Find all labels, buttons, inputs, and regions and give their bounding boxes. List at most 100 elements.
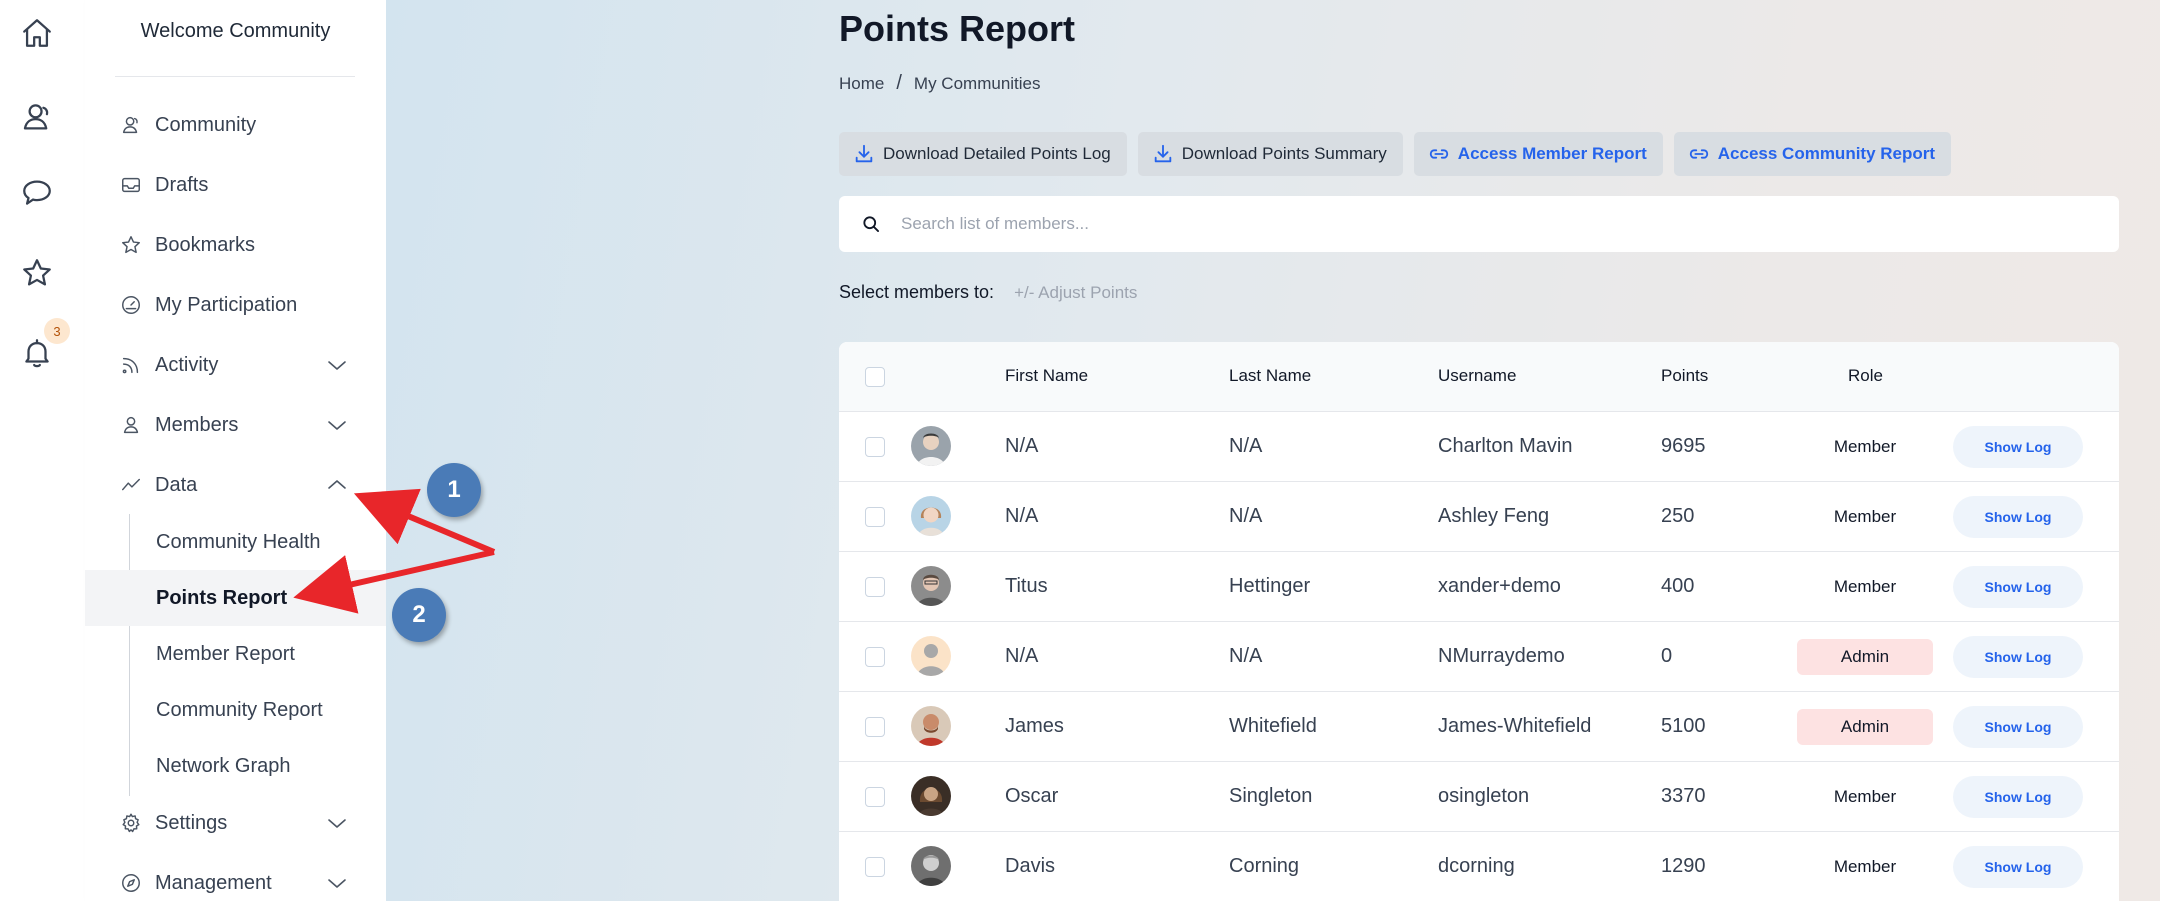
gauge-icon — [119, 293, 143, 317]
search-bar — [839, 196, 2119, 252]
row-checkbox[interactable] — [865, 577, 885, 597]
chevron-down-icon[interactable] — [325, 353, 349, 377]
submenu-item-community-health[interactable]: Community Health — [85, 514, 386, 570]
select-all-checkbox[interactable] — [865, 367, 885, 387]
last-name-cell: N/A — [1229, 505, 1263, 527]
compass-icon — [119, 871, 143, 895]
submenu-item-label: Member Report — [156, 642, 295, 665]
username-cell: dcorning — [1438, 855, 1515, 877]
role-badge: Admin — [1797, 709, 1933, 745]
user-icon — [119, 413, 143, 437]
show-log-button[interactable]: Show Log — [1953, 426, 2083, 468]
sidebar-item-drafts[interactable]: Drafts — [85, 160, 386, 210]
chevron-down-icon[interactable] — [325, 811, 349, 835]
points-cell: 9695 — [1661, 435, 1706, 457]
points-cell: 400 — [1661, 575, 1695, 597]
row-checkbox[interactable] — [865, 647, 885, 667]
username-cell: Charlton Mavin — [1438, 435, 1573, 457]
column-header-points[interactable]: Points — [1661, 366, 1708, 386]
table-row: N/A N/A NMurraydemo 0 Admin Show Log — [839, 622, 2119, 692]
table-row: Oscar Singleton osingleton 3370 Member S… — [839, 762, 2119, 832]
chevron-down-icon[interactable] — [325, 871, 349, 895]
avatar — [911, 636, 951, 676]
first-name-cell: Titus — [1005, 575, 1048, 597]
avatar — [911, 566, 951, 606]
show-log-button[interactable]: Show Log — [1953, 636, 2083, 678]
rss-icon — [119, 353, 143, 377]
row-checkbox[interactable] — [865, 717, 885, 737]
sidebar-item-label: Data — [155, 473, 198, 496]
sidebar-item-activity[interactable]: Activity — [85, 340, 386, 390]
home-icon[interactable] — [16, 12, 58, 54]
submenu-item-community-report[interactable]: Community Report — [85, 682, 386, 738]
sidebar-item-label: Members — [155, 413, 239, 436]
adjust-points-button[interactable]: +/- Adjust Points — [1014, 283, 1137, 303]
column-header-role[interactable]: Role — [1848, 366, 1883, 386]
chat-icon[interactable] — [16, 172, 58, 214]
column-header-last-name[interactable]: Last Name — [1229, 366, 1311, 386]
role-badge: Admin — [1797, 639, 1933, 675]
submenu-item-points-report[interactable]: Points Report — [85, 570, 386, 626]
trend-icon — [119, 473, 143, 497]
points-cell: 3370 — [1661, 785, 1706, 807]
access-community-report-button[interactable]: Access Community Report — [1673, 132, 1952, 176]
row-checkbox[interactable] — [865, 857, 885, 877]
access-member-report-button[interactable]: Access Member Report — [1413, 132, 1663, 176]
link-icon — [1689, 149, 1708, 159]
first-name-cell: N/A — [1005, 645, 1039, 667]
bulk-action-row: Select members to: +/- Adjust Points — [839, 282, 1137, 303]
button-label: Download Detailed Points Log — [883, 144, 1111, 163]
show-log-button[interactable]: Show Log — [1953, 566, 2083, 608]
gear-icon — [119, 811, 143, 835]
first-name-cell: James — [1005, 715, 1064, 737]
column-header-username[interactable]: Username — [1438, 366, 1516, 386]
search-input[interactable] — [901, 196, 2081, 252]
points-cell: 250 — [1661, 505, 1695, 527]
sidebar-item-members[interactable]: Members — [85, 400, 386, 450]
sidebar-item-data[interactable]: Data — [85, 460, 386, 510]
last-name-cell: Singleton — [1229, 785, 1313, 807]
row-checkbox[interactable] — [865, 787, 885, 807]
sidebar-item-my-participation[interactable]: My Participation — [85, 280, 386, 330]
show-log-button[interactable]: Show Log — [1953, 706, 2083, 748]
sidebar-item-label: Bookmarks — [155, 233, 256, 256]
show-log-button[interactable]: Show Log — [1953, 776, 2083, 818]
toolbar: Download Detailed Points Log Download Po… — [839, 132, 1952, 176]
role-badge: Member — [1833, 507, 1897, 526]
star-icon[interactable] — [16, 252, 58, 294]
user-icon[interactable] — [16, 96, 58, 138]
sidebar-item-label: Community — [155, 113, 257, 136]
row-checkbox[interactable] — [865, 437, 885, 457]
username-cell: James-Whitefield — [1438, 715, 1592, 737]
chevron-down-icon[interactable] — [325, 413, 349, 437]
sidebar-item-settings[interactable]: Settings — [85, 798, 386, 848]
first-name-cell: Oscar — [1005, 785, 1059, 807]
show-log-button[interactable]: Show Log — [1953, 846, 2083, 888]
sidebar-item-community[interactable]: Community — [85, 100, 386, 150]
sidebar-item-bookmarks[interactable]: Bookmarks — [85, 220, 386, 270]
avatar — [911, 426, 951, 466]
sidebar-item-label: Management — [155, 871, 272, 894]
submenu-item-member-report[interactable]: Member Report — [85, 626, 386, 682]
row-checkbox[interactable] — [865, 507, 885, 527]
breadcrumb-home[interactable]: Home — [839, 74, 884, 94]
username-cell: osingleton — [1438, 785, 1530, 807]
sidebar-item-label: Activity — [155, 353, 219, 376]
table-row: Davis Corning dcorning 1290 Member Show … — [839, 832, 2119, 901]
notification-badge: 3 — [44, 318, 70, 344]
download-detailed-log-button[interactable]: Download Detailed Points Log — [839, 132, 1127, 176]
table-row: N/A N/A Ashley Feng 250 Member Show Log — [839, 482, 2119, 552]
breadcrumb-my-communities[interactable]: My Communities — [914, 74, 1041, 94]
sidebar-item-management[interactable]: Management — [85, 858, 386, 901]
show-log-button[interactable]: Show Log — [1953, 496, 2083, 538]
chevron-up-icon[interactable] — [325, 473, 349, 497]
download-points-summary-button[interactable]: Download Points Summary — [1137, 132, 1403, 176]
avatar — [911, 846, 951, 886]
column-header-first-name[interactable]: First Name — [1005, 366, 1088, 386]
submenu-item-network-graph[interactable]: Network Graph — [85, 738, 386, 794]
sidebar-item-label: Drafts — [155, 173, 209, 196]
community-icon — [119, 113, 143, 137]
search-icon — [863, 216, 879, 232]
inbox-icon — [119, 173, 143, 197]
role-badge: Member — [1833, 787, 1897, 806]
